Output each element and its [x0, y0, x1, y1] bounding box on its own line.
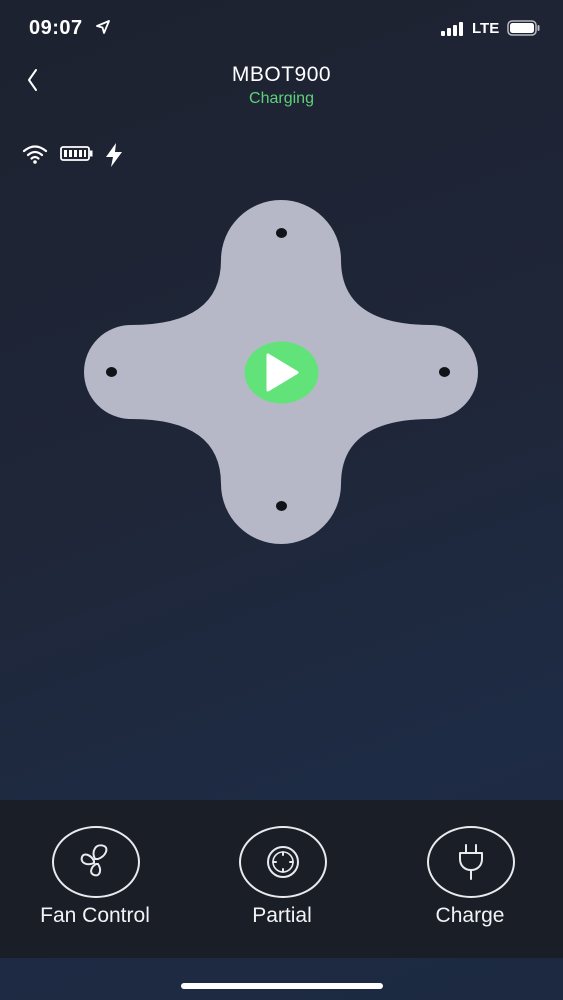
battery-icon	[507, 20, 540, 36]
device-name: MBOT900	[231, 63, 332, 86]
direction-pad	[71, 200, 492, 544]
move-right-button[interactable]	[414, 342, 474, 402]
move-left-button[interactable]	[81, 342, 141, 402]
network-type: LTE	[472, 20, 500, 37]
fan-control-label: Fan Control	[40, 904, 150, 927]
fan-control-circle	[52, 826, 140, 898]
charge-button[interactable]: Charge	[380, 826, 560, 936]
left-dot-icon	[106, 367, 117, 377]
wifi-icon	[22, 145, 48, 164]
battery-full-icon	[60, 146, 93, 161]
partial-clean-icon	[267, 846, 299, 878]
signal-icon	[441, 22, 463, 36]
charge-label: Charge	[435, 904, 505, 927]
bottom-action-bar: Fan Control Partial Charge	[0, 800, 563, 958]
status-bar: 09:07 LTE	[0, 0, 563, 56]
move-down-button[interactable]	[251, 476, 311, 536]
bolt-icon	[106, 143, 122, 167]
play-icon	[244, 341, 319, 404]
location-arrow-icon	[96, 20, 110, 34]
right-dot-icon	[439, 367, 450, 377]
home-indicator[interactable]	[181, 983, 383, 989]
move-up-button[interactable]	[251, 203, 311, 263]
fan-control-button[interactable]: Fan Control	[5, 826, 185, 936]
down-dot-icon	[276, 501, 287, 511]
partial-button[interactable]: Partial	[192, 826, 372, 936]
up-dot-icon	[276, 228, 287, 238]
play-button[interactable]	[244, 341, 319, 404]
charge-circle	[427, 826, 515, 898]
header: MBOT900 Charging	[0, 60, 563, 120]
device-status: Charging	[249, 90, 314, 107]
partial-circle	[239, 826, 327, 898]
partial-label: Partial	[252, 904, 312, 927]
plug-icon	[459, 844, 483, 880]
status-time: 09:07	[29, 17, 83, 39]
fan-icon	[80, 844, 108, 877]
